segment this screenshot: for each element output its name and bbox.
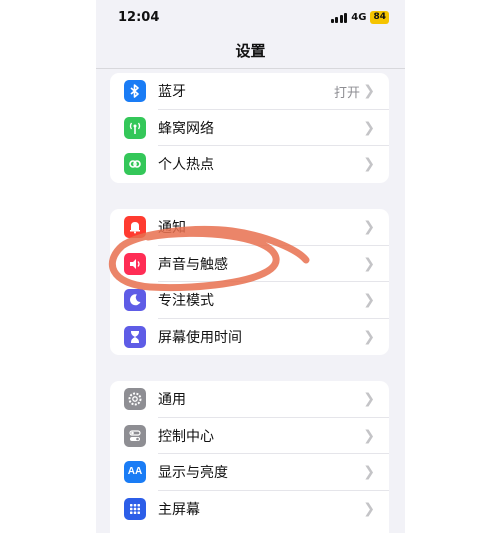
bell-icon — [124, 216, 146, 238]
antenna-icon — [124, 116, 146, 139]
nav-divider — [96, 68, 405, 69]
chevron-right-icon: ❯ — [363, 500, 375, 517]
chevron-right-icon: ❯ — [363, 83, 375, 100]
general-group: 通用 ❯ 控制中心 ❯ AA 显示与亮度 ❯ 主屏幕 ❯ — [110, 381, 389, 533]
row-label: 通用 — [158, 392, 186, 409]
row-value: 打开 — [333, 85, 360, 101]
hourglass-icon — [124, 325, 146, 348]
status-indicators: 4G 84 — [330, 11, 389, 24]
row-cellular[interactable]: 蜂窝网络 ❯ — [110, 110, 389, 146]
status-bar: 12:04 4G 84 — [96, 0, 405, 34]
connectivity-group: 蓝牙 打开 ❯ 蜂窝网络 ❯ 个人热点 ❯ — [110, 73, 389, 183]
text-size-icon: AA — [124, 461, 146, 483]
row-focus[interactable]: 专注模式 ❯ — [110, 282, 389, 319]
row-label: 蓝牙 — [158, 84, 186, 101]
row-label: 通知 — [158, 220, 186, 237]
gear-icon — [124, 388, 146, 410]
bluetooth-icon — [124, 80, 146, 102]
signal-icon — [330, 12, 348, 23]
row-label: 蜂窝网络 — [158, 120, 214, 137]
speaker-icon — [124, 252, 146, 275]
battery-badge: 84 — [370, 11, 389, 24]
chevron-right-icon: ❯ — [363, 427, 375, 444]
row-general[interactable]: 通用 ❯ — [110, 381, 389, 418]
chevron-right-icon: ❯ — [363, 328, 375, 345]
row-display-brightness[interactable]: AA 显示与亮度 ❯ — [110, 454, 389, 491]
row-screen-time[interactable]: 屏幕使用时间 ❯ — [110, 319, 389, 356]
row-label: 控制中心 — [158, 428, 214, 445]
row-label: 显示与亮度 — [158, 465, 228, 482]
chevron-right-icon: ❯ — [363, 156, 375, 173]
home-grid-icon — [124, 497, 146, 520]
row-label: 个人热点 — [158, 157, 214, 174]
row-home-screen[interactable]: 主屏幕 ❯ — [110, 491, 389, 528]
row-hotspot[interactable]: 个人热点 ❯ — [110, 146, 389, 183]
row-control-center[interactable]: 控制中心 ❯ — [110, 418, 389, 454]
chevron-right-icon: ❯ — [363, 292, 375, 309]
hotspot-icon — [124, 153, 146, 175]
network-type: 4G — [351, 12, 367, 23]
chevron-right-icon: ❯ — [363, 255, 375, 272]
row-label: 主屏幕 — [158, 501, 200, 518]
chevron-right-icon: ❯ — [363, 119, 375, 136]
settings-screen: 12:04 4G 84 设置 蓝牙 打开 ❯ 蜂窝网络 ❯ 个人热点 ❯ 通知 … — [96, 0, 405, 533]
row-label: 声音与触感 — [158, 256, 228, 273]
row-notifications[interactable]: 通知 ❯ — [110, 209, 389, 246]
moon-icon — [124, 289, 146, 311]
notifications-group: 通知 ❯ 声音与触感 ❯ 专注模式 ❯ 屏幕使用时间 ❯ — [110, 209, 389, 355]
page-title: 设置 — [235, 42, 266, 60]
chevron-right-icon: ❯ — [363, 391, 375, 408]
row-label: 专注模式 — [158, 293, 214, 310]
chevron-right-icon: ❯ — [363, 464, 375, 481]
toggles-icon — [124, 424, 146, 447]
row-label: 屏幕使用时间 — [158, 329, 242, 346]
status-time: 12:04 — [118, 10, 160, 25]
chevron-right-icon: ❯ — [363, 219, 375, 236]
row-bluetooth[interactable]: 蓝牙 打开 ❯ — [110, 73, 389, 110]
row-sounds-haptics[interactable]: 声音与触感 ❯ — [110, 246, 389, 282]
